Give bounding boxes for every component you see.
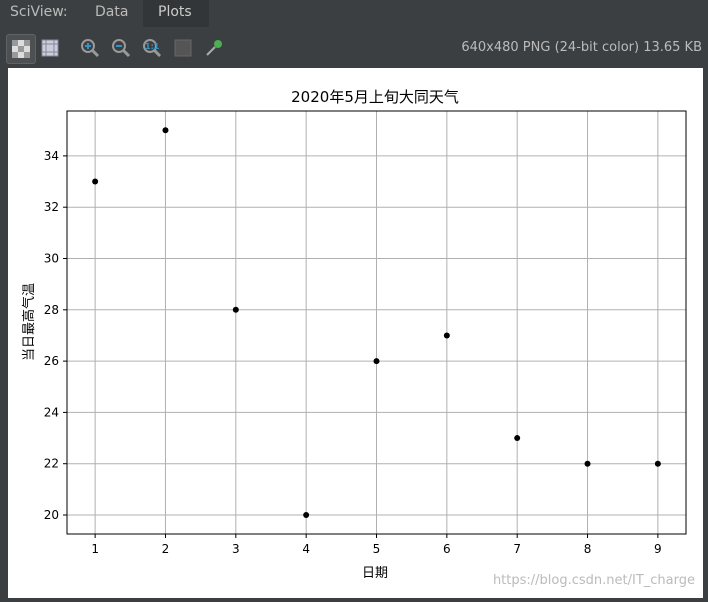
- tab-plots[interactable]: Plots: [158, 4, 192, 20]
- x-tick-label: 2: [162, 542, 170, 556]
- y-tick-label: 24: [44, 405, 59, 419]
- x-tick-label: 4: [302, 542, 310, 556]
- data-point: [584, 460, 591, 467]
- y-tick-label: 28: [44, 303, 59, 317]
- tab-plots-bg[interactable]: Plots: [143, 0, 209, 27]
- y-tick-label: 26: [44, 354, 59, 368]
- image-info: 640x480 PNG (24-bit color) 13.65 KB: [461, 40, 702, 55]
- y-tick-label: 32: [44, 200, 59, 214]
- chart-title: 2020年5月上旬大同天气: [291, 88, 459, 106]
- zoom-out-icon[interactable]: [107, 34, 135, 62]
- tab-data[interactable]: Data: [95, 4, 128, 20]
- plot-image: 2020年5月上旬大同天气 日期 当日最高气温 1 2 3 4 5 6 7 8 9 20 22 24 2…: [8, 68, 703, 598]
- data-point: [303, 512, 310, 519]
- data-point: [92, 178, 99, 185]
- data-point: [232, 306, 239, 313]
- chessboard-background-icon[interactable]: [6, 34, 36, 64]
- fit-icon: [169, 34, 197, 62]
- data-point: [514, 435, 521, 442]
- data-point: [443, 332, 450, 339]
- watermark: https://blog.csdn.net/IT_charge: [492, 573, 695, 588]
- x-tick-label: 5: [373, 542, 381, 556]
- x-tick-label: 7: [513, 542, 521, 556]
- x-tick-label: 8: [584, 542, 592, 556]
- y-axis-label: 当日最高气温: [21, 283, 37, 361]
- actual-size-icon[interactable]: 1:1: [138, 34, 166, 62]
- scatter-chart: 2020年5月上旬大同天气 日期 当日最高气温 1 2 3 4 5 6 7 8 92022242…: [21, 88, 687, 581]
- data-point: [162, 127, 169, 134]
- data-point: [373, 358, 380, 365]
- x-axis-label: 日期: [362, 566, 388, 581]
- zoom-in-icon[interactable]: [76, 34, 104, 62]
- y-tick-label: 20: [44, 508, 59, 522]
- svg-text:1:1: 1:1: [145, 42, 160, 51]
- x-tick-label: 3: [232, 542, 240, 556]
- color-picker-icon[interactable]: [200, 34, 228, 62]
- sciview-label: SciView:: [10, 4, 68, 20]
- grid-icon[interactable]: [36, 34, 64, 62]
- toolbar: 1:1 640x480 PNG (24-bit color) 13.65 KB: [0, 30, 708, 66]
- y-tick-label: 34: [44, 149, 59, 163]
- data-point: [654, 460, 661, 467]
- y-tick-label: 22: [44, 457, 59, 471]
- y-tick-label: 30: [44, 251, 59, 265]
- x-tick-label: 9: [654, 542, 662, 556]
- x-tick-label: 6: [443, 542, 451, 556]
- sciview-tabs: SciView: Data Plots: [0, 0, 708, 27]
- x-tick-label: 1: [91, 542, 99, 556]
